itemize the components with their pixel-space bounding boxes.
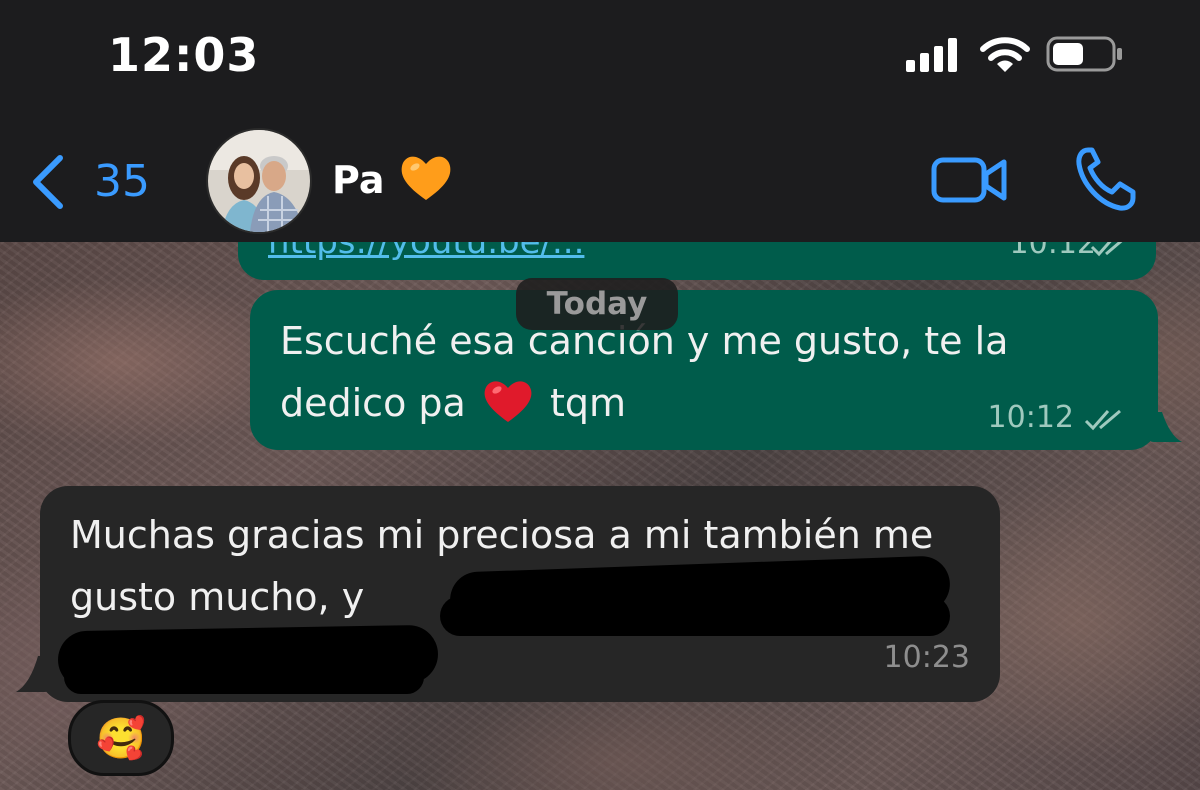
double-check-icon [1090,242,1123,257]
chat-header: 35 Pa [0,110,1200,243]
orange-heart-icon [401,156,451,200]
bubble-tail [16,656,52,692]
chat-area[interactable]: https://youtu.be/... 10:12 Escuché esa c… [0,242,1200,790]
back-button[interactable]: 35 [28,150,158,209]
message-text-part: tqm [550,381,627,425]
message-time: 10:12 [1009,242,1096,261]
chevron-left-icon [33,155,63,209]
status-time: 12:03 [108,28,260,82]
redaction-mark [64,660,424,694]
cellular-signal-icon [906,38,957,72]
message-time: 10:23 [883,640,970,675]
battery-icon [1046,36,1122,72]
message-time: 10:12 [987,400,1074,435]
double-check-icon [1084,409,1121,431]
redaction-mark [440,596,950,636]
avatar[interactable] [206,128,312,234]
unread-count: 35 [94,156,150,207]
date-divider: Today [516,278,678,330]
message-text-part: Escuché esa canción y me gusto, te la de… [280,319,1009,425]
status-bar: 12:03 [0,0,1200,110]
red-heart-icon [484,381,532,422]
message-reaction[interactable]: 🥰 [68,700,174,776]
message-bubble-outgoing[interactable]: Escuché esa canción y me gusto, te la de… [250,290,1158,450]
wifi-icon [980,37,1030,72]
video-call-icon[interactable] [930,152,1010,208]
bubble-tail [1148,412,1182,442]
phone-call-icon[interactable] [1074,146,1136,212]
message-link[interactable]: https://youtu.be/... [268,242,968,262]
contact-name[interactable]: Pa [332,158,384,202]
message-bubble-outgoing[interactable]: https://youtu.be/... 10:12 [238,242,1156,280]
